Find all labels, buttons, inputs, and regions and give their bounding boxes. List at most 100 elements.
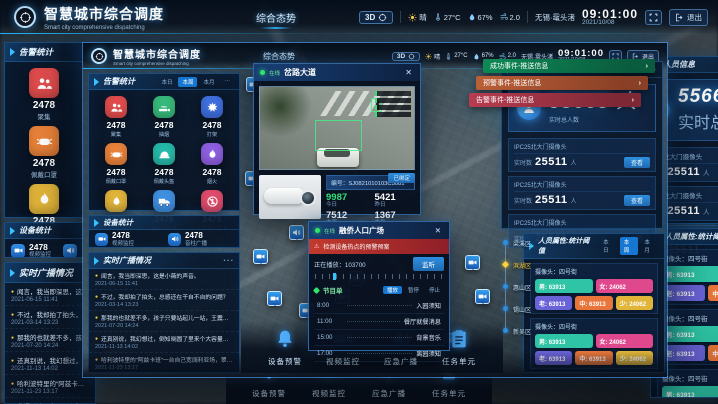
detection-labels bbox=[375, 91, 411, 117]
total-people-label: 实时总人数 bbox=[549, 115, 637, 124]
thermometer-icon bbox=[434, 13, 442, 21]
toast-danger[interactable]: 告警事件-推送信息› bbox=[469, 93, 641, 107]
control-play[interactable]: 播放 bbox=[383, 286, 402, 294]
outer-device-stats-panel: 设备统计 2478视频监控 bbox=[4, 222, 84, 258]
device-stat-video[interactable]: 2478视频监控 bbox=[11, 243, 55, 258]
fire-icon bbox=[29, 184, 59, 214]
bell-icon bbox=[275, 329, 295, 349]
camera-map-marker[interactable] bbox=[475, 289, 490, 304]
people-rows: IPC25北大门摄像头 实时数 25511 人 查看 IPC25北大门摄像头 实… bbox=[502, 138, 662, 248]
people-row: IPC25北大门摄像头 实时数 25511 人 查看 bbox=[508, 176, 656, 210]
toolbar-device-alert[interactable]: 设备预警 bbox=[268, 329, 302, 367]
broadcast-item[interactable]: 我通过镜子向一颗心狂展示一点的不可这的姿态模样… 2021-11-25 13:3… bbox=[5, 398, 95, 404]
online-status-dot bbox=[315, 228, 320, 233]
more-menu-icon[interactable]: ··· bbox=[223, 256, 234, 265]
device-stat-speaker[interactable]: 2478音柱广播 bbox=[168, 232, 233, 247]
schedule-row[interactable]: 8:00 入园须知 bbox=[314, 298, 444, 314]
region-node-active[interactable]: 滨湖区 bbox=[503, 261, 531, 270]
tab-day[interactable]: 本日 bbox=[599, 237, 618, 255]
app-logo-icon bbox=[14, 6, 36, 28]
panel-title: 设备统计 bbox=[89, 216, 239, 230]
exit-button[interactable]: 退出 bbox=[669, 9, 708, 26]
app-title: 智慧城市综合调度 bbox=[44, 4, 164, 24]
stat-chip: 女: 24062 bbox=[596, 334, 654, 348]
region-node[interactable]: 锡山区 bbox=[503, 305, 531, 314]
view-button[interactable]: 查看 bbox=[624, 157, 650, 168]
tab-week[interactable]: 本周 bbox=[620, 237, 639, 255]
tab-day[interactable]: 本日 bbox=[157, 77, 176, 87]
popup-title: 融侨人口广场 bbox=[339, 225, 384, 236]
close-icon[interactable]: ✕ bbox=[403, 69, 414, 77]
alarm-tile-smoking[interactable]: 2478抽烟 bbox=[141, 96, 187, 138]
tab-month[interactable]: 本月 bbox=[199, 77, 218, 87]
total-people-box: 55665 人 实时总人数 bbox=[508, 84, 656, 132]
broadcast-item[interactable]: 闻言，我当即深思，这是小薇的声音。 2021-06-15 11:41 bbox=[89, 269, 239, 290]
tab-week[interactable]: 本周 bbox=[178, 77, 197, 87]
app-subtitle: Smart city comprehensive dispatching bbox=[44, 24, 154, 30]
toast-warning[interactable]: 预警事件-推送信息› bbox=[476, 76, 648, 90]
tab-overview[interactable]: 综合态势 bbox=[256, 10, 296, 25]
mask-icon bbox=[105, 143, 127, 165]
camera-map-marker[interactable] bbox=[465, 255, 480, 270]
tab-month[interactable]: 本月 bbox=[640, 237, 659, 255]
droplet-icon bbox=[468, 13, 476, 21]
broadcast-item[interactable]: 还真别说，我幻想过，倒知晓圆了里来个大容量储备… 2021-11-13 14:0… bbox=[89, 332, 239, 353]
weather-wind: 2.0 bbox=[500, 13, 520, 22]
toast-success[interactable]: 成功事件-推送信息› bbox=[483, 59, 655, 73]
app-title: 智慧城市综合调度 bbox=[113, 46, 201, 61]
region-node[interactable]: 惠山区 bbox=[503, 283, 531, 292]
control-stop[interactable]: 停止 bbox=[425, 286, 444, 294]
flame-icon bbox=[201, 143, 223, 165]
schedule-row[interactable]: 17:00 离园须知 bbox=[314, 346, 444, 362]
camera-map-marker[interactable] bbox=[253, 249, 268, 264]
alarm-tile-helmet[interactable]: 2478佩戴头盔 bbox=[141, 143, 187, 185]
control-pause[interactable]: 暂停 bbox=[404, 286, 423, 294]
alarm-tile-smoke-fire[interactable]: 2478烟火 bbox=[189, 143, 235, 185]
playlist-title: 节目单 bbox=[323, 285, 343, 295]
app-brand: 智慧城市综合调度 Smart city comprehensive dispat… bbox=[44, 4, 164, 31]
schedule-row[interactable]: 11:00 餐厅就餐消息 bbox=[314, 314, 444, 330]
fullscreen-button[interactable] bbox=[645, 10, 662, 25]
view-button[interactable]: 查看 bbox=[624, 195, 650, 206]
chevron-right-icon: › bbox=[639, 80, 641, 87]
camera-map-marker[interactable] bbox=[267, 291, 282, 306]
compass-icon bbox=[378, 13, 387, 22]
device-stat-video[interactable]: 2478视频监控 bbox=[95, 232, 160, 247]
alarm-tile-mask[interactable]: 2478佩戴口罩 bbox=[93, 143, 139, 185]
fire-icon bbox=[105, 190, 127, 212]
detection-box bbox=[315, 120, 361, 151]
close-icon[interactable]: ✕ bbox=[433, 227, 443, 235]
mode-3d-toggle[interactable]: 3D bbox=[359, 11, 393, 24]
speaker-icon bbox=[168, 233, 181, 246]
broadcast-item[interactable]: 哈利波特里的“阿兹卡班”一台自己宽阔利亚场，翠个… 2021-11-23 13:… bbox=[5, 375, 95, 398]
tab-overview[interactable]: 综合态势 bbox=[263, 51, 295, 62]
dispatch-window: 智慧城市综合调度 Smart city comprehensive dispat… bbox=[82, 42, 668, 378]
alarm-tile-gather[interactable]: 2478聚集 bbox=[93, 96, 139, 138]
stat-chip: 中: 63913 bbox=[575, 296, 612, 310]
broadcast-item[interactable]: 不过，我却拍了拍头，总感还在干自不自的问题？ 2021-03-14 13:23 bbox=[89, 290, 239, 311]
now-playing: 正在播放：103700 bbox=[314, 260, 366, 269]
alarm-tile[interactable]: 2478 佩戴口罩 bbox=[9, 126, 79, 179]
region-node[interactable]: 梁溪区 bbox=[503, 239, 531, 248]
schedule-row[interactable]: 15:00 背景音乐 bbox=[314, 330, 444, 346]
sun-icon bbox=[425, 53, 432, 60]
mode-3d-toggle[interactable]: 3D bbox=[392, 52, 420, 61]
alarm-tile-fight[interactable]: 2478打架 bbox=[189, 96, 235, 138]
alarm-tile[interactable]: 2478 聚集 bbox=[9, 68, 79, 121]
stat-chip: 中: 63913 bbox=[708, 345, 718, 361]
broadcast-item[interactable]: 那我的也就差不多，孩子只要站起儿一站，王震之气篇… 2021-07-20 14:… bbox=[89, 311, 239, 332]
more-menu-icon[interactable]: ··· bbox=[221, 77, 235, 87]
video-feed[interactable] bbox=[259, 86, 415, 170]
schedule-list: 8:00 入园须知 11:00 餐厅就餐消息 15:00 背景音乐 17:00 … bbox=[314, 298, 444, 362]
camera-icon bbox=[95, 233, 108, 246]
bound-badge[interactable]: 已绑定 bbox=[388, 173, 415, 183]
listen-button[interactable]: 监听 bbox=[413, 257, 444, 271]
speaker-map-marker[interactable] bbox=[289, 225, 304, 240]
stat-chip: 男: 63913 bbox=[662, 326, 718, 342]
weather-condition: 晴 bbox=[408, 12, 427, 23]
region-node[interactable]: 新吴区 bbox=[503, 327, 531, 336]
smart-city-dashboard: 智慧城市综合调度 Smart city comprehensive dispat… bbox=[0, 0, 718, 404]
playback-progress[interactable] bbox=[315, 274, 443, 279]
progress-knob[interactable] bbox=[333, 273, 336, 280]
outer-top-bar: 智慧城市综合调度 Smart city comprehensive dispat… bbox=[0, 0, 718, 34]
